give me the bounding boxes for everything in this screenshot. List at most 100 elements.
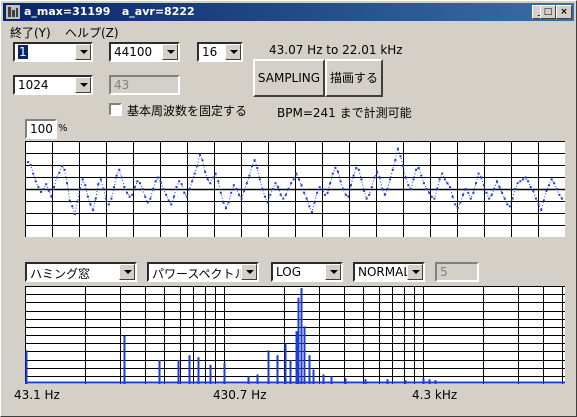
waveform-point — [433, 197, 436, 200]
fft-size-value: 1024 — [18, 78, 49, 92]
waveform-point — [428, 191, 431, 194]
chevron-down-icon[interactable] — [75, 77, 91, 93]
waveform-point — [469, 197, 472, 200]
waveform-point — [324, 193, 326, 196]
bits-select[interactable]: 16 — [197, 42, 243, 62]
waveform-point — [396, 147, 399, 150]
waveform-point — [73, 213, 76, 215]
waveform-point — [446, 182, 449, 185]
waveform-point — [532, 189, 535, 192]
peak-count-input[interactable]: 5 — [435, 262, 479, 282]
interval-input[interactable]: 43 — [109, 75, 180, 95]
waveform-point — [360, 178, 363, 181]
waveform-point — [402, 165, 405, 167]
waveform-point — [482, 184, 485, 187]
chevron-down-icon[interactable] — [325, 264, 341, 280]
waveform-point — [261, 188, 264, 190]
waveform-point — [467, 191, 470, 194]
channel-value: 1 — [18, 45, 28, 59]
waveform-point — [404, 176, 407, 179]
waveform-point — [240, 197, 243, 200]
sampling-button[interactable]: SAMPLING — [253, 59, 325, 97]
waveform-point — [47, 189, 50, 192]
waveform-point — [485, 191, 488, 194]
chevron-down-icon[interactable] — [225, 44, 241, 60]
waveform-point — [477, 172, 480, 175]
waveform-point — [493, 188, 496, 190]
waveform-point — [175, 186, 178, 189]
waveform-point — [339, 180, 342, 183]
waveform-point — [167, 199, 170, 202]
waveform-point — [277, 186, 280, 189]
rate-value: 44100 — [114, 45, 153, 59]
fft-size-select[interactable]: 1024 — [13, 75, 93, 95]
window-function-value: ハミング窓 — [30, 267, 91, 281]
waveform-point — [198, 153, 201, 156]
waveform-point — [542, 199, 545, 202]
fix-fundamental-checkbox[interactable] — [109, 103, 122, 116]
waveform-point — [535, 197, 537, 200]
title-bar[interactable]: a_max=31199 a_avr=8222 _ □ × — [3, 3, 574, 21]
waveform-point — [141, 188, 144, 190]
waveform-point — [321, 188, 324, 190]
waveform-point — [209, 182, 212, 185]
waveform-point — [540, 209, 543, 212]
waveform-point — [63, 168, 66, 171]
waveform-point — [149, 197, 152, 200]
waveform-point — [183, 191, 186, 194]
mode-select[interactable]: NORMAL — [353, 262, 425, 282]
waveform-point — [355, 166, 358, 169]
maximize-button[interactable]: □ — [540, 5, 556, 19]
waveform-point — [258, 178, 261, 181]
waveform-point — [227, 201, 230, 204]
waveform-point — [472, 191, 475, 194]
waveform-point — [399, 155, 402, 158]
menu-help[interactable]: ヘルプ(Z) — [65, 24, 119, 41]
chevron-down-icon[interactable] — [407, 264, 423, 280]
rate-select[interactable]: 44100 — [109, 42, 180, 62]
waveform-point — [516, 182, 519, 185]
gain-unit: % — [58, 123, 68, 134]
menu-exit[interactable]: 終了(Y) — [10, 24, 51, 41]
waveform-point — [545, 189, 548, 192]
close-button[interactable]: × — [556, 5, 572, 19]
waveform-point — [185, 195, 188, 198]
channel-select[interactable]: 1 — [13, 42, 93, 62]
waveform-point — [102, 188, 105, 190]
waveform-point — [436, 188, 438, 190]
spectrum-type-select[interactable]: パワースペクトル — [147, 262, 259, 282]
window-title: a_max=31199 a_avr=8222 — [24, 5, 195, 18]
window-function-select[interactable]: ハミング窓 — [25, 262, 137, 282]
scale-select[interactable]: LOG — [271, 262, 343, 282]
waveform-plot — [25, 141, 566, 238]
waveform-point — [146, 201, 149, 204]
waveform-point — [139, 182, 141, 185]
chevron-down-icon[interactable] — [162, 44, 178, 60]
waveform-point — [79, 188, 82, 190]
spectrum-plot — [25, 286, 565, 385]
chevron-down-icon[interactable] — [241, 264, 257, 280]
close-icon: × — [560, 7, 568, 17]
draw-button[interactable]: 描画する — [325, 59, 383, 97]
waveform-point — [113, 186, 115, 189]
waveform-point — [217, 180, 220, 183]
waveform-point — [159, 181, 162, 184]
waveform-point — [243, 189, 246, 192]
waveform-point — [157, 176, 160, 179]
waveform-point — [310, 211, 313, 213]
waveform-point — [555, 188, 558, 190]
app-window: a_max=31199 a_avr=8222 _ □ × 終了(Y) ヘルプ(Z… — [0, 0, 577, 417]
mode-value: NORMAL — [358, 265, 411, 279]
fix-fundamental-label: 基本周波数を固定する — [127, 104, 248, 118]
waveform-point — [115, 174, 118, 177]
waveform-point — [300, 184, 303, 187]
waveform-point — [370, 186, 373, 189]
waveform-point — [548, 184, 550, 187]
chevron-down-icon[interactable] — [75, 44, 91, 60]
waveform-point — [295, 172, 298, 175]
waveform-point — [196, 165, 199, 167]
waveform-point — [81, 178, 84, 181]
waveform-point — [133, 186, 136, 189]
chevron-down-icon[interactable] — [119, 264, 135, 280]
gain-input[interactable]: 100 — [25, 119, 57, 139]
